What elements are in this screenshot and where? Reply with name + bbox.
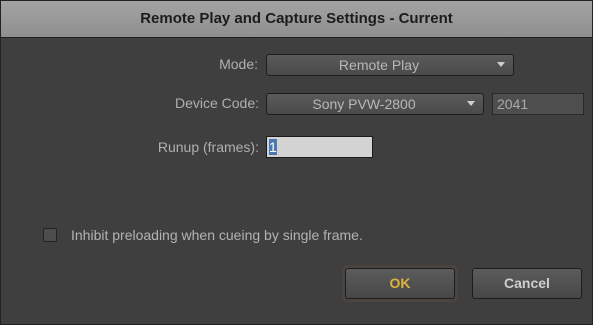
device-code-number: 2041 — [492, 93, 584, 115]
chevron-down-icon — [467, 101, 475, 106]
runup-input[interactable]: 1 — [266, 136, 373, 158]
chevron-down-icon — [497, 62, 505, 67]
mode-dropdown[interactable]: Remote Play — [266, 54, 514, 76]
device-code-dropdown[interactable]: Sony PVW-2800 — [266, 93, 484, 115]
inhibit-preload-checkbox[interactable] — [43, 228, 57, 242]
device-code-value: Sony PVW-2800 — [312, 96, 416, 112]
ok-button[interactable]: OK — [345, 268, 455, 299]
runup-label: Runup (frames): — [157, 139, 259, 155]
mode-label: Mode: — [219, 56, 258, 72]
runup-value: 1 — [269, 139, 277, 155]
cancel-button[interactable]: Cancel — [472, 268, 582, 299]
settings-dialog: Remote Play and Capture Settings - Curre… — [0, 0, 593, 325]
dialog-title: Remote Play and Capture Settings - Curre… — [1, 1, 592, 38]
inhibit-preload-label: Inhibit preloading when cueing by single… — [71, 227, 363, 243]
device-code-label: Device Code: — [174, 95, 259, 111]
mode-value: Remote Play — [338, 57, 420, 73]
